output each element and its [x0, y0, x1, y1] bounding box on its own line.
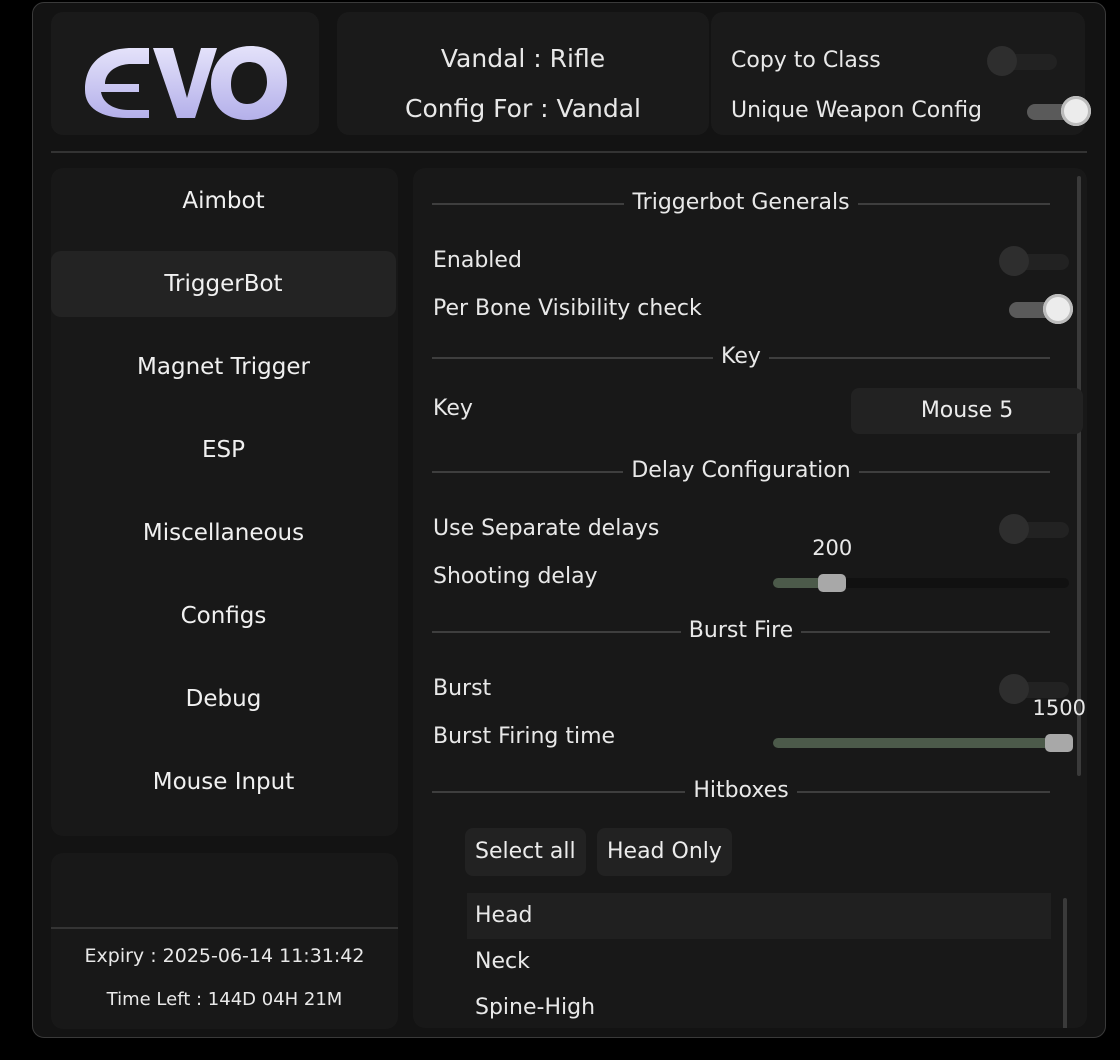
hitbox-item-head[interactable]: Head: [467, 893, 1051, 939]
evo-logo: [85, 46, 287, 120]
triggerbot-panel: Triggerbot Generals Enabled Per Bone Vis…: [413, 168, 1087, 1028]
shooting-delay-value: 200: [812, 536, 853, 560]
shooting-delay-label: Shooting delay: [433, 564, 598, 589]
head-only-button[interactable]: Head Only: [597, 828, 732, 876]
separate-delays-toggle[interactable]: [999, 514, 1071, 544]
section-hitboxes: Hitboxes: [432, 776, 1050, 806]
section-title: Burst Fire: [680, 618, 802, 643]
key-label: Key: [433, 396, 473, 421]
select-all-button[interactable]: Select all: [465, 828, 586, 876]
bone-visibility-label: Per Bone Visibility check: [433, 296, 702, 321]
section-title: Hitboxes: [685, 778, 797, 803]
license-info-panel: Expiry : 2025-06-14 11:31:42 Time Left :…: [51, 853, 398, 1029]
key-bind-button[interactable]: Mouse 5: [851, 388, 1083, 434]
expiry-text: Expiry : 2025-06-14 11:31:42: [84, 945, 365, 967]
sidebar-item-miscellaneous[interactable]: Miscellaneous: [51, 500, 396, 566]
weapon-config-options: Copy to Class Unique Weapon Config: [711, 12, 1091, 135]
weapon-info-panel: Vandal : Rifle Config For : Vandal: [337, 12, 709, 135]
sidebar-item-debug[interactable]: Debug: [51, 666, 396, 732]
enabled-label: Enabled: [433, 248, 522, 273]
section-title: Triggerbot Generals: [624, 190, 858, 215]
slider-handle[interactable]: [1045, 734, 1073, 752]
copy-to-class-label: Copy to Class: [731, 48, 881, 73]
time-left-text: Time Left : 144D 04H 21M: [106, 989, 343, 1010]
bone-visibility-toggle[interactable]: [1003, 294, 1075, 324]
sidebar-item-mouse-input[interactable]: Mouse Input: [51, 749, 396, 815]
sidebar-nav: Aimbot TriggerBot Magnet Trigger ESP Mis…: [51, 168, 398, 836]
section-triggerbot-generals: Triggerbot Generals: [432, 188, 1050, 218]
header-divider: [51, 151, 1087, 153]
config-for-label: Config For : Vandal: [405, 94, 641, 123]
app-window: Vandal : Rifle Config For : Vandal Copy …: [32, 2, 1106, 1038]
section-delay-configuration: Delay Configuration: [432, 456, 1050, 486]
burst-firing-time-slider[interactable]: 1500: [773, 696, 1086, 758]
unique-weapon-config-toggle[interactable]: [1021, 96, 1093, 126]
hitbox-list-scrollbar[interactable]: [1063, 898, 1067, 1028]
license-divider: [51, 927, 398, 929]
slider-handle[interactable]: [818, 574, 847, 592]
hitbox-item-neck[interactable]: Neck: [467, 939, 1051, 985]
hitbox-list: Head Neck Spine-High: [467, 893, 1051, 1028]
sidebar-item-magnet-trigger[interactable]: Magnet Trigger: [51, 334, 396, 400]
sidebar-item-triggerbot[interactable]: TriggerBot: [51, 251, 396, 317]
section-key: Key: [432, 342, 1050, 372]
sidebar-item-configs[interactable]: Configs: [51, 583, 396, 649]
section-title: Key: [713, 344, 769, 369]
logo-panel: [51, 12, 319, 135]
shooting-delay-slider[interactable]: 200: [773, 536, 1069, 598]
copy-to-class-toggle[interactable]: [987, 46, 1059, 76]
burst-label: Burst: [433, 676, 492, 701]
separate-delays-label: Use Separate delays: [433, 516, 660, 541]
section-burst-fire: Burst Fire: [432, 616, 1050, 646]
weapon-name: Vandal : Rifle: [440, 44, 606, 73]
unique-weapon-config-label: Unique Weapon Config: [731, 98, 983, 123]
sidebar-item-esp[interactable]: ESP: [51, 417, 396, 483]
enabled-toggle[interactable]: [999, 246, 1071, 276]
section-title: Delay Configuration: [623, 458, 859, 483]
burst-firing-time-value: 1500: [1032, 696, 1086, 720]
burst-firing-time-label: Burst Firing time: [433, 724, 616, 749]
hitbox-item-spine-high[interactable]: Spine-High: [467, 985, 1051, 1028]
panel-scrollbar[interactable]: [1077, 176, 1081, 776]
sidebar-item-aimbot[interactable]: Aimbot: [51, 168, 396, 234]
